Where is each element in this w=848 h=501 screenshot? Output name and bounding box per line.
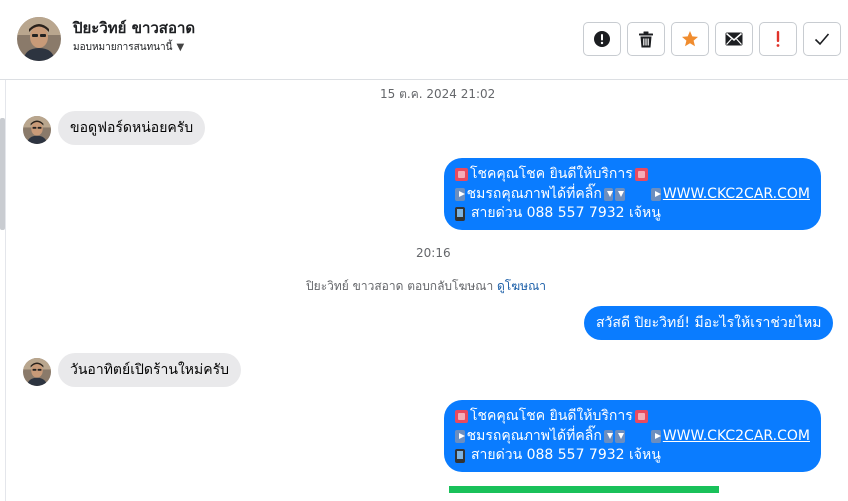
promo-line-1: โชคคุณโชค ยินดีให้บริการ — [455, 407, 810, 427]
red-emoji-icon — [634, 410, 648, 424]
caret-down-icon: ▼ — [176, 42, 185, 53]
promo-line-3: สายด่วน 088 557 7932 เจ้หนู — [455, 446, 810, 466]
mark-spam-button[interactable] — [583, 22, 621, 56]
promo-line-2: ชมรถคุณภาพได้ที่คลิ๊ก WWW.CKC2CAR.COM — [455, 185, 810, 205]
outgoing-greeting-message[interactable]: สวัสดี ปิยะวิทย์! มีอะไรให้เราช่วยไหม — [584, 306, 834, 340]
promo-line-2: ชมรถคุณภาพได้ที่คลิ๊ก WWW.CKC2CAR.COM — [455, 427, 810, 447]
assign-conversation-dropdown[interactable]: มอบหมายการสนทนานี้ ▼ — [73, 40, 184, 55]
check-icon — [814, 33, 830, 46]
outgoing-promo-message[interactable]: โชคคุณโชค ยินดีให้บริการ ชมรถคุณภาพได้ที… — [444, 400, 821, 472]
incoming-message[interactable]: วันอาทิตย์เปิดร้านใหม่ครับ — [58, 353, 242, 387]
phone-emoji-icon — [455, 206, 465, 221]
delete-button[interactable] — [627, 22, 665, 56]
timestamp: 20:16 — [416, 246, 451, 260]
view-ad-link[interactable]: ดูโฆษณา — [497, 279, 546, 293]
envelope-icon — [725, 32, 743, 46]
promo-line-1: โชคคุณโชค ยินดีให้บริการ — [455, 165, 810, 185]
assign-label: มอบหมายการสนทนานี้ — [73, 42, 173, 53]
upload-progress-bar — [449, 486, 719, 493]
play-emoji-icon — [455, 187, 465, 201]
left-scrollbar[interactable] — [0, 118, 5, 230]
phone-emoji-icon — [455, 448, 465, 463]
exclamation-icon — [776, 31, 780, 47]
contact-name: ปิยะวิทย์ ขาวสอาด — [73, 19, 196, 37]
down-arrow-emoji-icon — [615, 187, 626, 201]
upload-progress-fill — [449, 486, 719, 493]
conversation-actions — [583, 22, 841, 56]
play-emoji-icon — [651, 187, 661, 201]
contact-avatar[interactable] — [17, 17, 61, 61]
red-emoji-icon — [634, 168, 648, 182]
down-arrow-emoji-icon — [603, 187, 614, 201]
mark-unread-button[interactable] — [715, 22, 753, 56]
star-icon — [682, 31, 698, 47]
contact-avatar-small — [23, 116, 51, 144]
promo-line-3: สายด่วน 088 557 7932 เจ้หนู — [455, 204, 810, 224]
star-button[interactable] — [671, 22, 709, 56]
red-emoji-icon — [455, 410, 468, 424]
promo-link[interactable]: WWW.CKC2CAR.COM — [663, 185, 810, 205]
promo-link[interactable]: WWW.CKC2CAR.COM — [663, 427, 810, 447]
ad-reply-note: ปิยะวิทย์ ขาวสอาด ตอบกลับโฆษณา ดูโฆษณา — [306, 279, 546, 293]
contact-avatar-small — [23, 358, 51, 386]
follow-up-button[interactable] — [759, 22, 797, 56]
trash-icon — [639, 31, 653, 47]
down-arrow-emoji-icon — [603, 429, 614, 443]
conversation-header: ปิยะวิทย์ ขาวสอาด มอบหมายการสนทนานี้ ▼ — [0, 0, 848, 80]
play-emoji-icon — [455, 429, 465, 443]
down-arrow-emoji-icon — [615, 429, 626, 443]
exclamation-circle-icon — [594, 31, 610, 47]
incoming-message[interactable]: ขอดูฟอร์ดหน่อยครับ — [58, 111, 206, 145]
outgoing-promo-message[interactable]: โชคคุณโชค ยินดีให้บริการ ชมรถคุณภาพได้ที… — [444, 158, 821, 230]
play-emoji-icon — [651, 429, 661, 443]
timestamp: 15 ต.ค. 2024 21:02 — [380, 87, 496, 101]
red-emoji-icon — [455, 168, 468, 182]
mark-done-button[interactable] — [803, 22, 841, 56]
